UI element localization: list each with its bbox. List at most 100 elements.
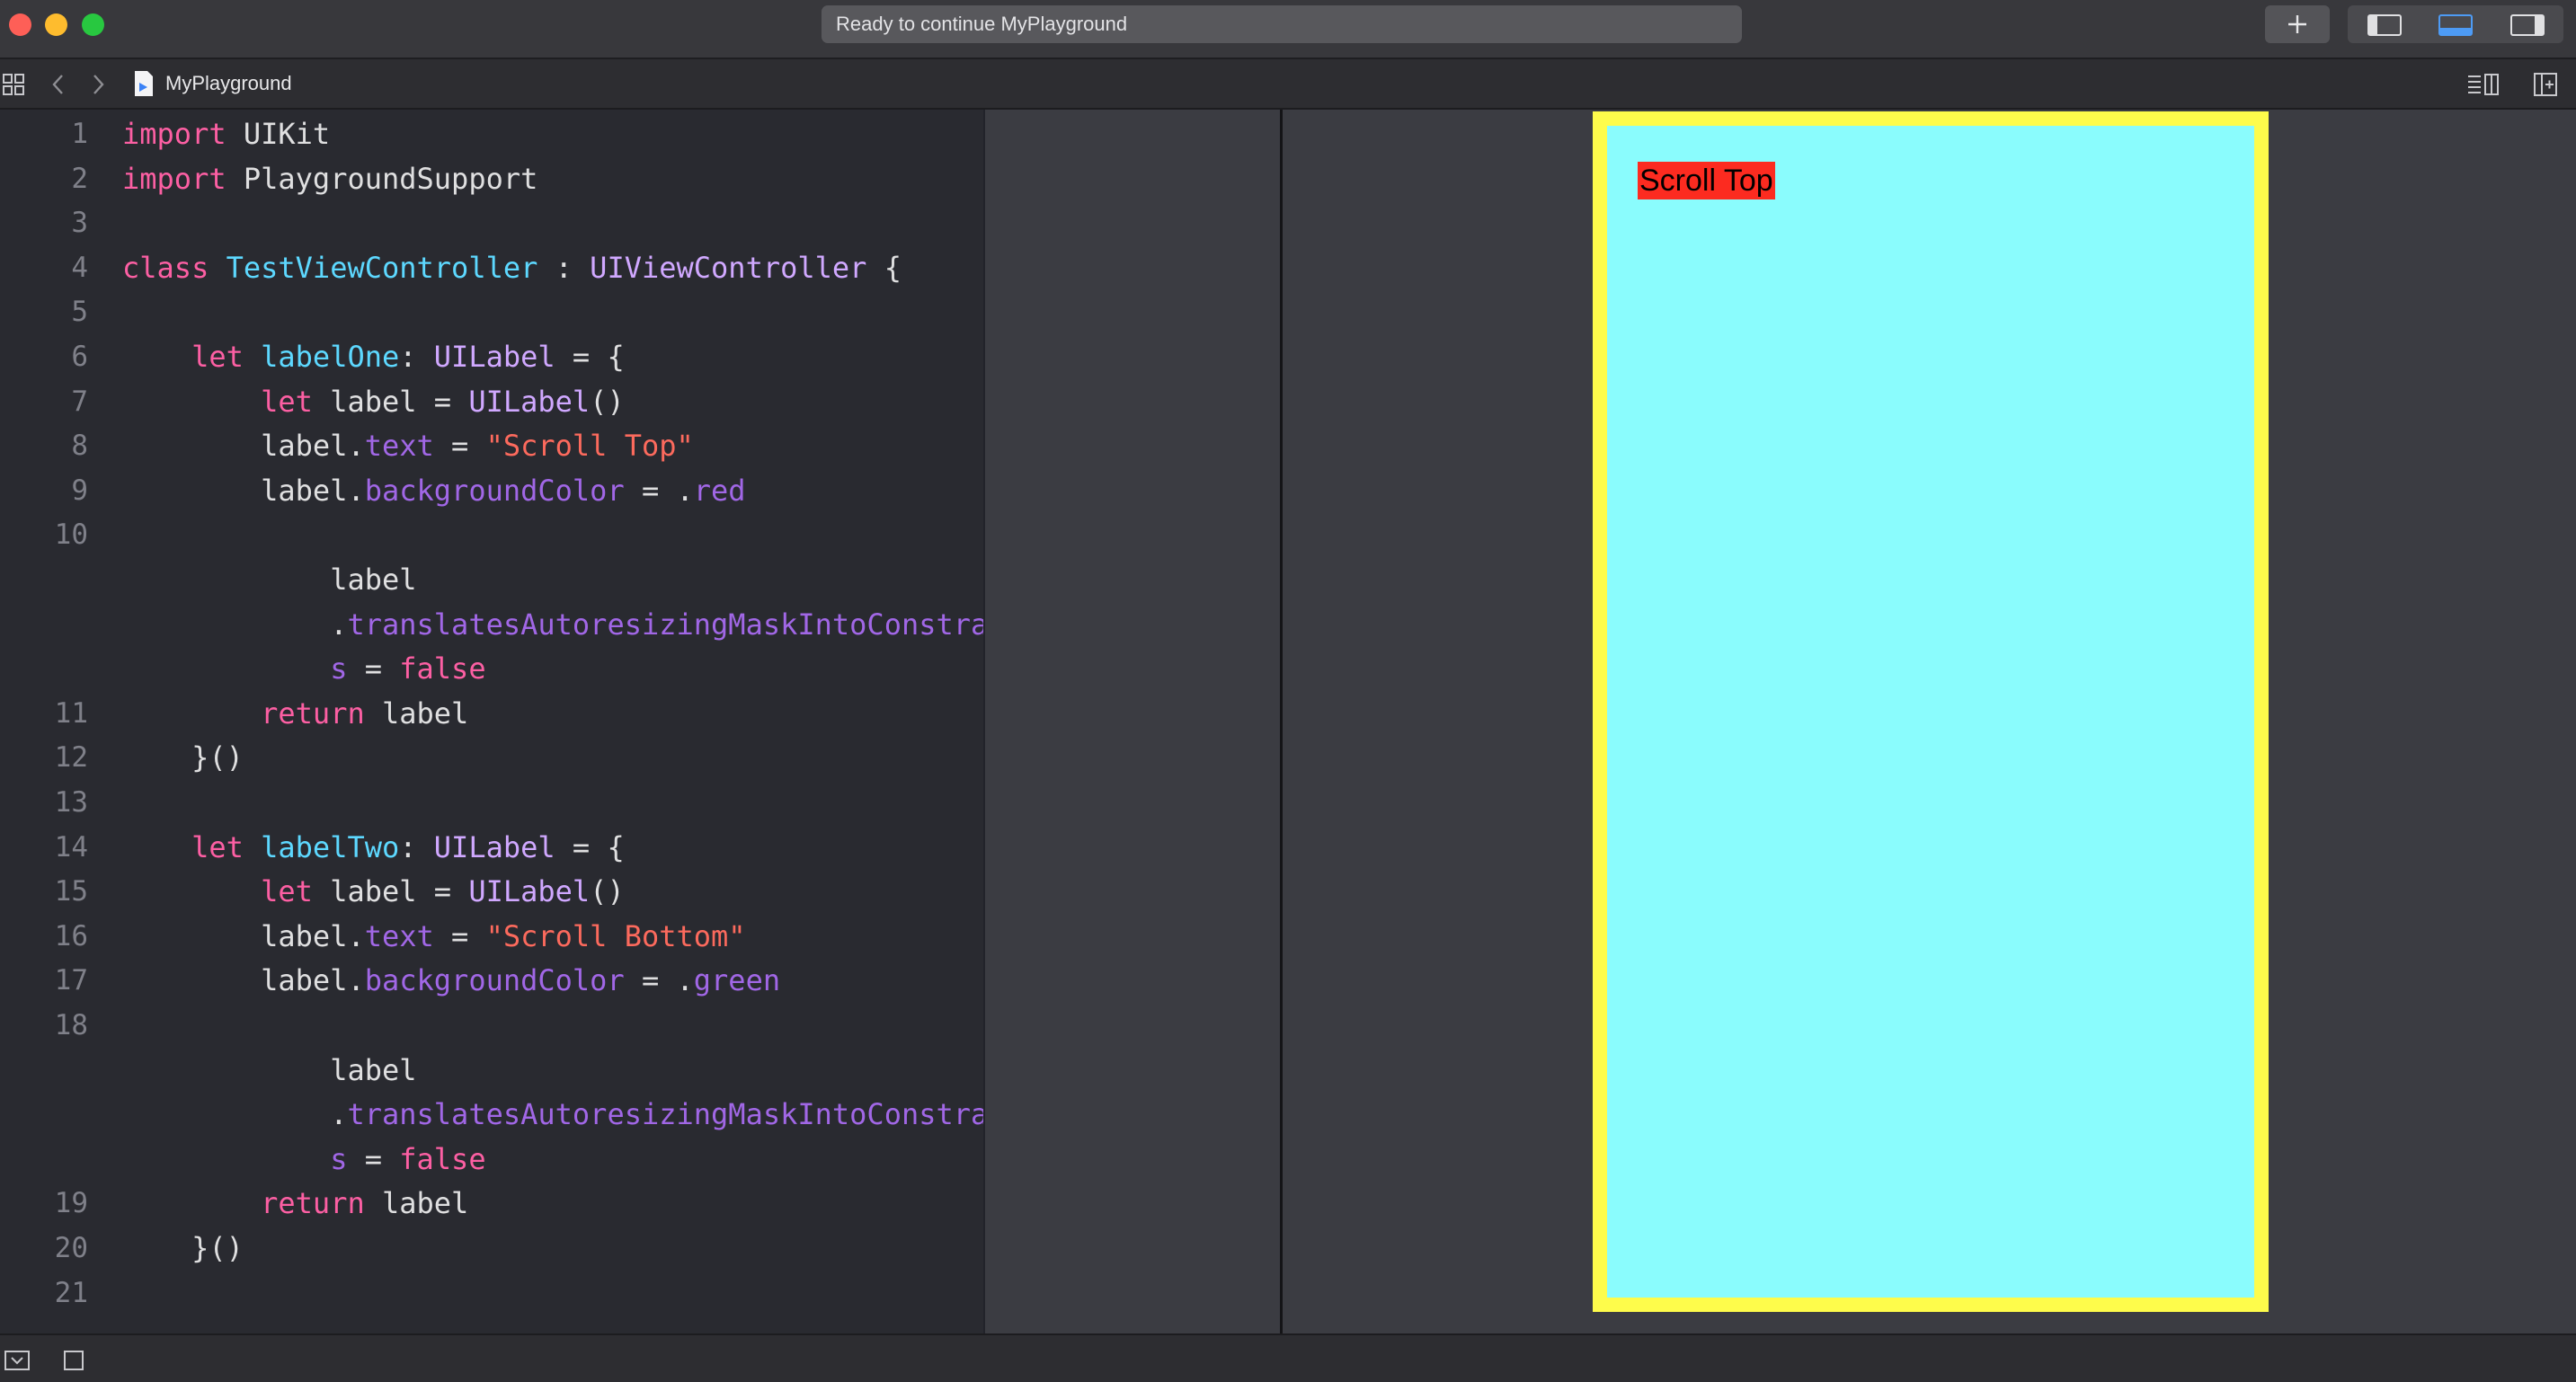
editor-options-icon[interactable] — [2466, 72, 2500, 97]
code-token: label = — [312, 384, 469, 419]
left-panel-icon — [2367, 14, 2402, 36]
code-text: }() — [122, 1226, 244, 1271]
breadcrumb-file-name[interactable]: MyPlayground — [165, 59, 292, 108]
code-line[interactable]: 15 let label = UILabel() — [0, 869, 983, 914]
chevron-left-icon[interactable] — [50, 73, 65, 96]
code-token: backgroundColor — [364, 963, 625, 998]
code-token: false — [399, 1141, 486, 1176]
code-text: let labelTwo: UILabel = { — [122, 825, 625, 870]
code-token: class — [122, 250, 209, 285]
code-token: = . — [624, 963, 694, 998]
code-line[interactable]: 11 return label — [0, 691, 983, 736]
related-items-grid-icon[interactable] — [2, 73, 25, 96]
code-token: let — [261, 384, 313, 419]
code-text: label.text = "Scroll Top" — [122, 423, 694, 468]
add-editor-icon[interactable] — [2533, 72, 2558, 97]
code-token: s — [330, 1141, 348, 1176]
code-line[interactable]: .translatesAutoresizingMaskIntoConstrain… — [0, 1092, 983, 1137]
playground-file-icon — [135, 71, 153, 96]
window-titlebar: Ready to continue MyPlayground — [0, 0, 2576, 59]
code-token: . — [122, 607, 348, 642]
plus-icon — [2288, 15, 2306, 33]
code-line[interactable]: 20 }() — [0, 1226, 983, 1271]
line-number: 7 — [71, 385, 88, 418]
code-line[interactable]: 21 — [0, 1271, 983, 1316]
line-number: 16 — [54, 919, 88, 952]
code-line[interactable]: 10 — [0, 512, 983, 557]
chevron-right-icon[interactable] — [92, 73, 106, 96]
code-token: labelOne — [261, 340, 400, 374]
code-line[interactable]: 16 label.text = "Scroll Bottom" — [0, 914, 983, 959]
code-line[interactable]: 7 let label = UILabel() — [0, 379, 983, 424]
code-line[interactable]: 12 }() — [0, 735, 983, 780]
code-line[interactable]: s = false — [0, 1137, 983, 1182]
code-line[interactable]: s = false — [0, 646, 983, 691]
close-window-button[interactable] — [9, 13, 31, 36]
code-token: return — [261, 695, 365, 731]
code-token: PlaygroundSupport — [226, 161, 538, 196]
minimize-window-button[interactable] — [45, 13, 67, 36]
code-token: { — [866, 250, 902, 285]
debug-area-toggle-icon[interactable] — [4, 1350, 31, 1371]
code-line[interactable]: 8 label.text = "Scroll Top" — [0, 423, 983, 468]
code-token: () — [590, 874, 625, 909]
code-line[interactable]: .translatesAutoresizingMaskIntoConstrain… — [0, 602, 983, 647]
source-editor[interactable]: 1 import UIKit 2 import PlaygroundSupport 3 4… — [0, 110, 983, 1333]
code-text: label — [122, 1048, 416, 1093]
code-line[interactable]: 1 import UIKit — [0, 111, 983, 156]
code-token: label — [364, 1186, 469, 1221]
code-token: UILabel — [433, 340, 555, 374]
library-button[interactable] — [2265, 5, 2330, 43]
code-text: let label = UILabel() — [122, 869, 625, 914]
code-line[interactable]: 9 label.backgroundColor = .red — [0, 468, 983, 513]
code-token: translatesAutoresizingMaskIntoConstraint — [347, 1097, 983, 1132]
code-text: import PlaygroundSupport — [122, 156, 537, 201]
code-line[interactable]: label — [0, 1048, 983, 1093]
code-text: class TestViewController : UIViewControl… — [122, 245, 902, 290]
bottom-panel-icon — [2438, 14, 2473, 36]
code-token: : — [537, 250, 591, 285]
code-token: backgroundColor — [364, 473, 625, 508]
code-token: s — [330, 651, 348, 687]
code-token: label = — [312, 874, 469, 909]
code-line[interactable]: 4 class TestViewController : UIViewContro… — [0, 245, 983, 290]
code-text: s = false — [122, 646, 485, 691]
line-number: 11 — [54, 696, 88, 730]
code-token: = { — [555, 829, 625, 864]
code-token: = — [347, 651, 400, 687]
code-token: label — [364, 695, 469, 731]
code-token: translatesAutoresizingMaskIntoConstraint — [347, 607, 983, 642]
code-text: let label = UILabel() — [122, 379, 625, 424]
code-line[interactable]: 14 let labelTwo: UILabel = { — [0, 825, 983, 870]
toggle-inspector-button[interactable] — [2492, 5, 2563, 43]
code-token: text — [364, 429, 434, 464]
toggle-debug-area-button[interactable] — [2420, 5, 2492, 43]
code-line[interactable]: 13 — [0, 780, 983, 825]
line-number: 10 — [54, 518, 88, 552]
execute-stop-icon[interactable] — [63, 1350, 84, 1371]
toggle-navigator-button[interactable] — [2348, 5, 2420, 43]
code-line[interactable]: 2 import PlaygroundSupport — [0, 156, 983, 201]
code-line[interactable]: 17 label.backgroundColor = .green — [0, 958, 983, 1003]
line-number: 9 — [71, 474, 88, 507]
code-line[interactable]: label — [0, 557, 983, 602]
code-line[interactable]: 19 return label — [0, 1181, 983, 1226]
zoom-window-button[interactable] — [82, 13, 104, 36]
code-token: : — [399, 829, 434, 864]
code-token: labelTwo — [261, 829, 400, 864]
code-line[interactable]: 6 let labelOne: UILabel = { — [0, 334, 983, 379]
code-token: : — [399, 340, 434, 374]
code-line[interactable]: 5 — [0, 289, 983, 334]
scroll-view-content[interactable]: Scroll Top — [1607, 126, 2254, 1298]
code-text: }() — [122, 735, 244, 780]
code-line[interactable]: 3 — [0, 200, 983, 245]
line-number: 2 — [71, 162, 88, 195]
code-line[interactable]: 18 — [0, 1003, 983, 1048]
debug-bar — [0, 1333, 2576, 1382]
code-text: label.backgroundColor = .red — [122, 468, 745, 513]
